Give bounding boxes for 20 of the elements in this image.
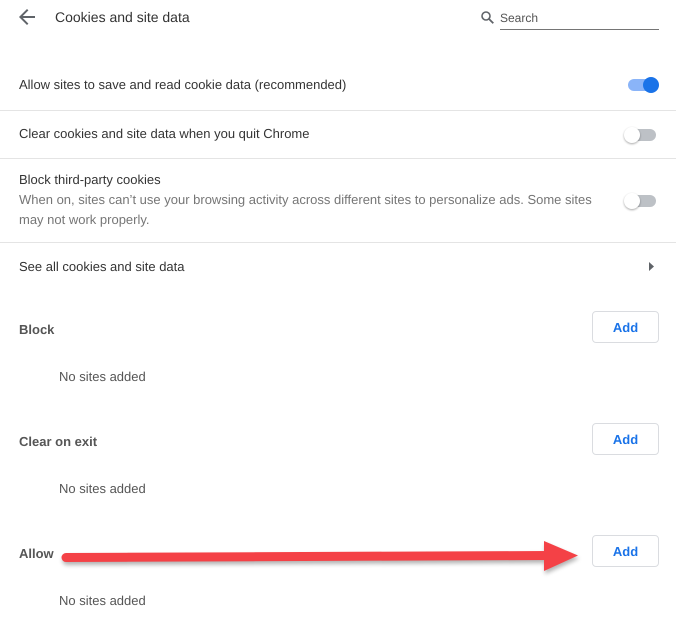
page-title: Cookies and site data [55,9,190,25]
section-title: Clear on exit [19,434,98,449]
setting-label: Block third-party cookies [19,171,161,189]
setting-label: Allow sites to save and read cookie data (recommended) [19,76,346,94]
empty-message: No sites added [59,592,146,608]
search-icon [481,10,494,24]
section-title: Block [19,322,54,337]
setting-link[interactable]: See all cookies and site data [19,256,184,276]
back-button[interactable] [19,9,35,25]
back-icon [19,9,35,25]
empty-message: No sites added [59,480,146,496]
add-button[interactable]: Add [592,535,659,567]
section-title: Allow [19,546,54,561]
setting-label: Clear cookies and site data when you quit Chrome [19,125,310,143]
add-button[interactable]: Add [592,311,659,343]
search-field[interactable]: Search [500,8,659,30]
empty-message: No sites added [59,368,146,384]
caret-icon[interactable] [649,262,654,271]
add-button[interactable]: Add [592,423,659,455]
setting-description: When on, sites can’t use your browsing activity across different sites to personalize ads. Some sites may not work properly. [19,191,593,229]
